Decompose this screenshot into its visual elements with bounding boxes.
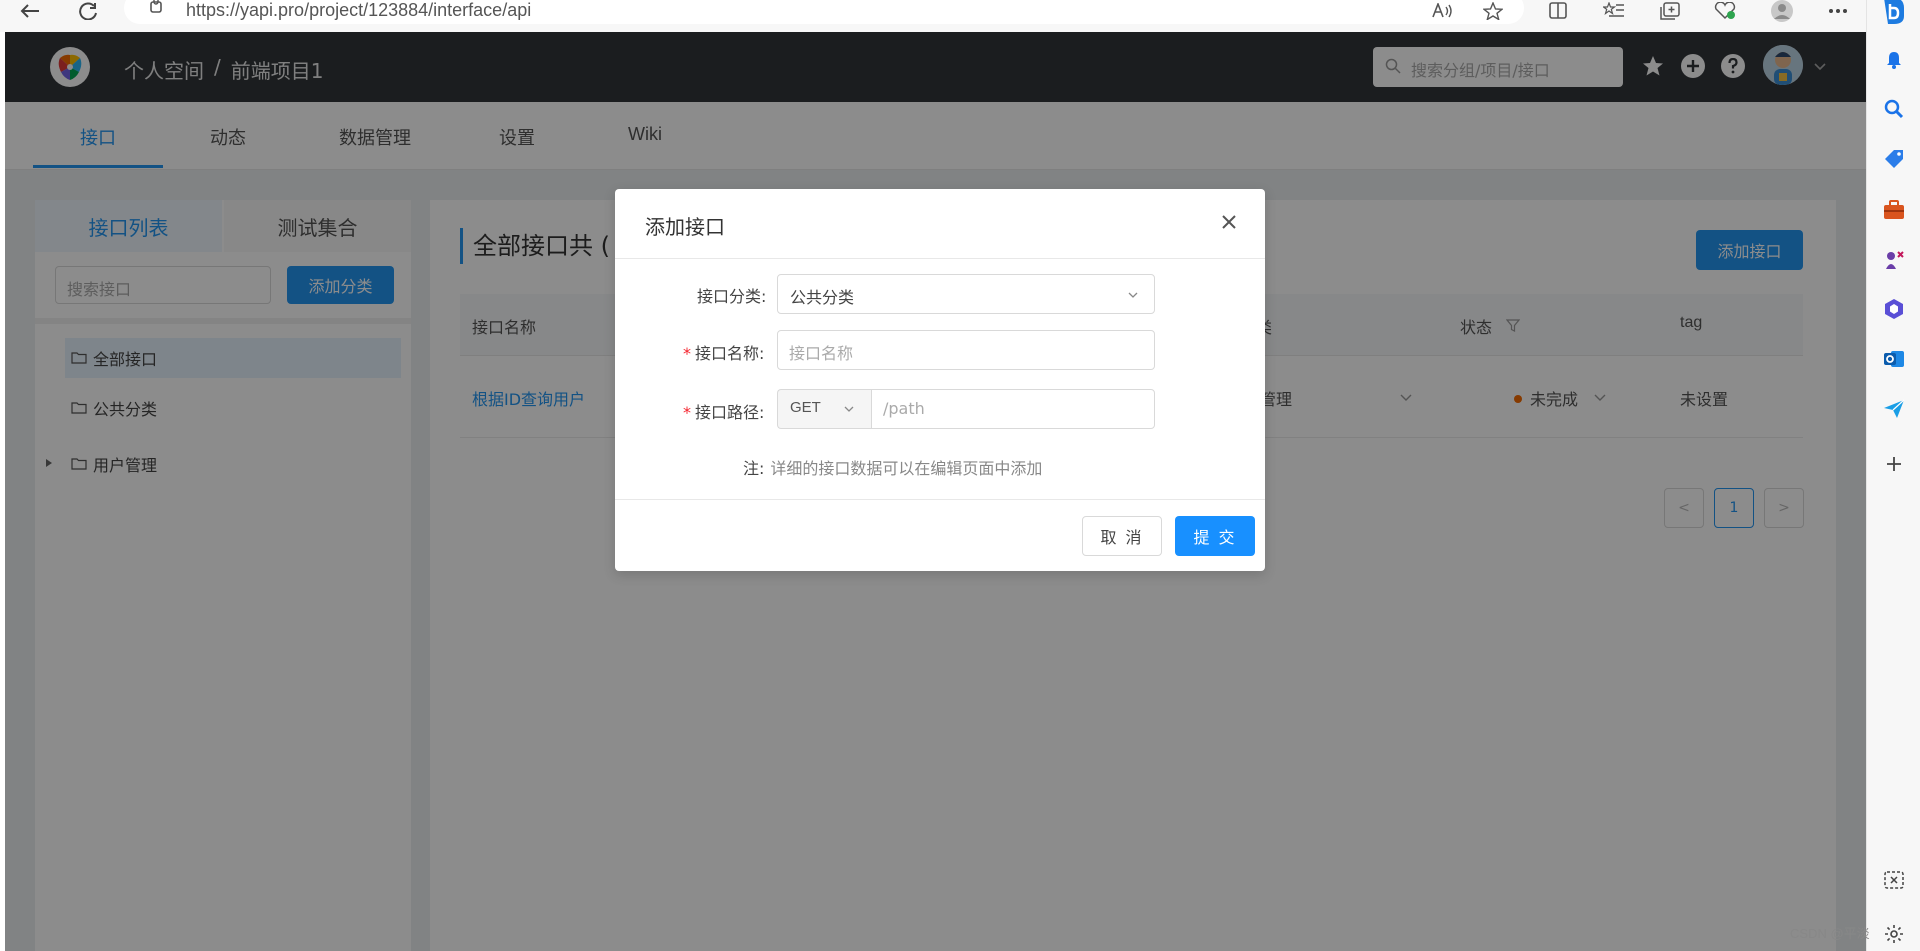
http-method-select[interactable]: GET — [777, 389, 871, 429]
more-options-icon[interactable] — [1826, 0, 1850, 22]
required-mark: * — [683, 344, 691, 363]
chevron-down-icon — [1128, 292, 1138, 298]
form-note: 注: 详细的接口数据可以在编辑页面中添加 — [743, 455, 1042, 479]
search-icon[interactable] — [1882, 97, 1906, 121]
browser-essentials-icon[interactable] — [1713, 0, 1737, 22]
favorites-list-icon[interactable] — [1602, 0, 1626, 22]
watermark: CSDN @平淡 — [1790, 926, 1870, 941]
interface-name-input[interactable]: 接口名称 — [777, 330, 1155, 370]
path-label-text: 接口路径: — [695, 403, 765, 422]
back-arrow-icon[interactable] — [18, 0, 42, 22]
shopping-tag-icon[interactable] — [1882, 147, 1906, 171]
submit-button[interactable]: 提 交 — [1175, 516, 1255, 556]
cancel-button[interactable]: 取 消 — [1082, 516, 1162, 556]
add-sidebar-app-icon[interactable] — [1882, 452, 1906, 476]
notification-bell-icon[interactable] — [1882, 48, 1906, 72]
path-label: * 接口路径: — [683, 399, 764, 423]
category-select[interactable]: 公共分类 — [777, 274, 1155, 314]
required-mark: * — [683, 403, 691, 422]
browser-sidebar — [1866, 0, 1920, 951]
read-aloud-icon[interactable] — [1430, 0, 1454, 22]
name-label-text: 接口名称: — [695, 344, 765, 363]
copilot-icon[interactable] — [1878, 0, 1910, 26]
modal-title: 添加接口 — [645, 215, 725, 239]
interface-path-input[interactable]: /path — [871, 389, 1155, 429]
category-select-value: 公共分类 — [790, 288, 855, 307]
refresh-icon[interactable] — [76, 0, 100, 22]
collections-icon[interactable] — [1658, 0, 1682, 22]
settings-gear-icon[interactable] — [1882, 922, 1906, 946]
close-icon[interactable] — [1219, 212, 1239, 232]
tools-briefcase-icon[interactable] — [1882, 198, 1906, 222]
note-label: 注: — [743, 459, 765, 478]
chevron-down-icon — [844, 406, 854, 412]
interface-name-placeholder: 接口名称 — [789, 344, 854, 363]
yapi-app: 个人空间 / 前端项目1 搜索分组/项目/接口 接口 动态 数据管理 设置 Wi… — [5, 32, 1866, 951]
favorite-star-icon[interactable] — [1481, 0, 1505, 22]
outlook-icon[interactable] — [1882, 347, 1906, 371]
modal-header: 添加接口 — [615, 189, 1265, 259]
microsoft365-icon[interactable] — [1882, 297, 1906, 321]
screenshot-icon[interactable] — [1882, 868, 1906, 892]
category-label: 接口分类: — [697, 287, 767, 306]
name-label: * 接口名称: — [683, 340, 764, 364]
http-method-value: GET — [790, 399, 821, 416]
browser-toolbar: https://yapi.pro/project/123884/interfac… — [0, 0, 1920, 32]
url-text: https://yapi.pro/project/123884/interfac… — [186, 0, 532, 20]
address-bar[interactable]: https://yapi.pro/project/123884/interfac… — [124, 0, 1524, 24]
modal-footer: 取 消 提 交 — [615, 499, 1265, 571]
interface-path-placeholder: /path — [883, 399, 925, 418]
note-text: 详细的接口数据可以在编辑页面中添加 — [770, 459, 1043, 478]
profile-icon[interactable] — [1770, 0, 1794, 22]
lock-icon — [150, 0, 162, 13]
games-icon[interactable] — [1882, 248, 1906, 272]
add-interface-modal: 添加接口 接口分类: 公共分类 * 接口名称: 接口名称 * 接口路径: GET /… — [615, 189, 1265, 571]
split-screen-icon[interactable] — [1546, 0, 1570, 22]
send-icon[interactable] — [1882, 397, 1906, 421]
